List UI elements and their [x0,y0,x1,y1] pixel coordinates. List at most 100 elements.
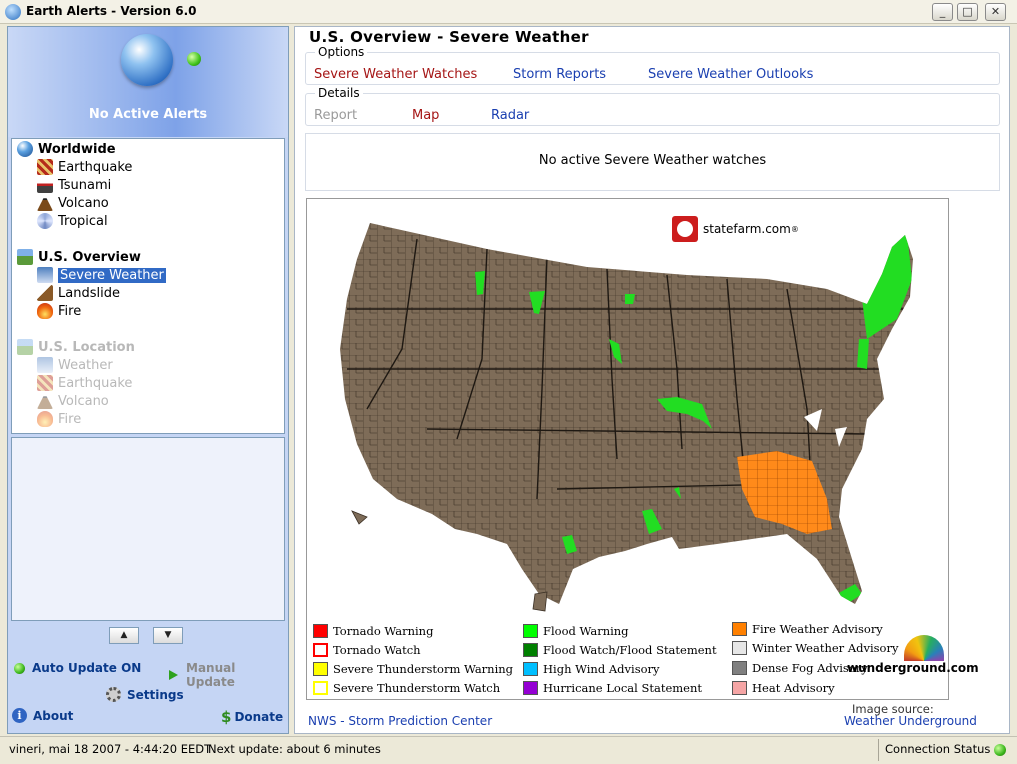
status-bar: vineri, mai 18 2007 - 4:44:20 EEDT Next … [0,736,1017,764]
tree-group-us-location: U.S. Location [17,339,135,355]
scroll-down-button[interactable]: ▼ [153,627,183,644]
legend-swatch [313,681,328,695]
tree-item-fire[interactable]: Fire [37,303,81,319]
legend-label: Tornado Watch [333,643,421,657]
legend-swatch [732,622,747,636]
settings-label: Settings [127,687,184,702]
message-box: No active Severe Weather watches [305,133,1000,191]
legend-swatch [313,662,328,676]
link-report[interactable]: Report [314,108,357,123]
legend-item: Flood Warning [523,624,629,638]
tree-item-label: Earthquake [58,159,133,175]
alert-list-box[interactable] [11,437,285,621]
legend-item: Fire Weather Advisory [732,622,883,636]
link-severe-weather-watches[interactable]: Severe Weather Watches [314,67,477,82]
legend-label: Heat Advisory [752,681,835,695]
volcano-icon [37,198,53,211]
maximize-button[interactable]: □ [957,3,978,21]
legend-item: Tornado Watch [313,643,421,657]
tree-item-location-fire: Fire [37,411,81,427]
info-icon: i [12,708,27,723]
fire-icon [37,303,53,319]
tree-group-label: U.S. Overview [38,249,141,265]
legend-label: Severe Thunderstorm Warning [333,662,514,676]
tree-item-label: Tsunami [58,177,112,193]
alert-header: No Active Alerts [8,27,288,137]
legend-swatch [523,643,538,657]
link-storm-reports[interactable]: Storm Reports [513,67,606,82]
play-icon [169,670,178,680]
link-map[interactable]: Map [412,108,439,123]
settings-button[interactable]: Settings [106,687,184,702]
legend-item: Severe Thunderstorm Watch [313,681,500,695]
link-weather-underground[interactable]: Weather Underground [844,714,977,728]
manual-update-button[interactable]: Manual Update [169,661,288,689]
tree-group-label: Worldwide [38,141,116,157]
minimize-button[interactable]: _ [932,3,953,21]
status-message: No active Severe Weather watches [538,153,767,168]
donate-button[interactable]: $ Donate [221,708,283,726]
provider-logo-text: wunderground.com [847,661,979,675]
legend-label: High Wind Advisory [543,662,660,676]
auto-update-toggle[interactable]: Auto Update ON [14,661,141,675]
rainbow-logo-icon [904,635,944,661]
legend-label: Severe Thunderstorm Watch [333,681,501,695]
tree-item-label: Volcano [58,393,109,409]
tree-item-severe-weather[interactable]: Severe Weather [37,267,166,283]
tree-item-tsunami[interactable]: Tsunami [37,177,111,193]
about-label: About [33,708,74,723]
link-nws-storm-prediction-center[interactable]: NWS - Storm Prediction Center [308,714,492,728]
link-radar[interactable]: Radar [491,108,529,123]
auto-update-label: Auto Update ON [32,661,142,675]
legend-label: Fire Weather Advisory [752,622,883,636]
tree-item-earthquake[interactable]: Earthquake [37,159,132,175]
fire-icon [37,411,53,427]
legend-label: Flood Watch/Flood Statement [543,643,717,657]
legend-item: Heat Advisory [732,681,835,695]
close-button[interactable]: ✕ [985,3,1006,21]
tree-item-label: Weather [58,357,113,373]
status-divider [878,739,879,761]
title-bar: Earth Alerts - Version 6.0 _ □ ✕ [0,0,1017,24]
legend-item: High Wind Advisory [523,662,660,676]
us-map-icon [17,249,33,265]
legend-item: Hurricane Local Statement [523,681,702,695]
tsunami-icon [37,177,53,193]
content-panel: U.S. Overview - Severe Weather Options S… [294,26,1010,734]
status-datetime: vineri, mai 18 2007 - 4:44:20 EEDT [9,742,212,756]
volcano-icon [37,396,53,409]
scroll-up-button[interactable]: ▲ [109,627,139,644]
tree-item-volcano[interactable]: Volcano [37,195,109,211]
legend-swatch [313,643,328,657]
alert-status-text: No Active Alerts [88,107,208,122]
legend-label: Winter Weather Advisory [752,641,899,655]
landslide-icon [37,285,53,301]
tree-item-label: Tropical [58,213,108,229]
tree-group-label: U.S. Location [38,339,135,355]
tree-item-location-volcano: Volcano [37,393,109,409]
us-county-map [340,223,913,612]
tree-group-worldwide[interactable]: Worldwide [17,141,116,157]
legend-label: Flood Warning [543,624,629,638]
donate-label: Donate [234,710,284,724]
category-tree[interactable]: Worldwide Earthquake Tsunami Volcano Tro… [11,138,285,434]
link-severe-weather-outlooks[interactable]: Severe Weather Outlooks [648,67,813,82]
legend-swatch [732,661,747,675]
globe-icon [17,141,33,157]
storm-icon [37,267,53,283]
legend-item: Tornado Warning [313,624,433,638]
globe-icon [121,34,173,86]
about-button[interactable]: i About [12,708,73,723]
legend-item: Flood Watch/Flood Statement [523,643,717,657]
severe-weather-map: statefarm.com ® Tornado Warning Tornado … [306,198,979,700]
dollar-icon: $ [221,708,232,726]
tree-item-label: Volcano [58,195,109,211]
legend-swatch [523,662,538,676]
tree-item-landslide[interactable]: Landslide [37,285,120,301]
legend-swatch [732,681,747,695]
app-globe-icon [5,4,21,20]
legend-swatch [523,624,538,638]
tree-item-tropical[interactable]: Tropical [37,213,108,229]
tree-item-location-earthquake: Earthquake [37,375,132,391]
tree-group-us-overview[interactable]: U.S. Overview [17,249,141,265]
